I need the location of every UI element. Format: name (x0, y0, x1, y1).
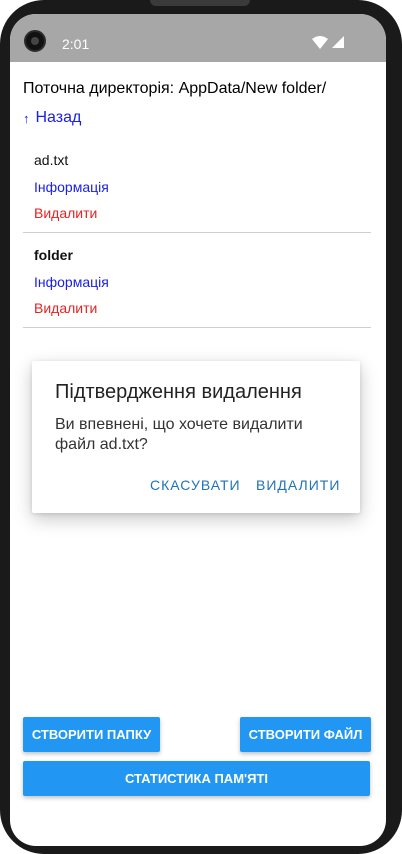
wifi-icon (312, 36, 328, 49)
delete-link[interactable]: Видалити (34, 300, 97, 316)
delete-link[interactable]: Видалити (34, 205, 97, 221)
dialog-message: Ви впевнені, що хочете видалити файл ad.… (55, 416, 303, 453)
back-button[interactable]: ↑ Назад (23, 109, 81, 127)
delete-confirm-dialog: Підтвердження видалення Ви впевнені, що … (32, 361, 360, 513)
back-label: Назад (35, 109, 82, 126)
dialog-title: Підтвердження видалення (55, 381, 302, 403)
list-item: ad.txt Інформація Видалити (23, 148, 371, 248)
status-time: 2:01 (62, 36, 90, 52)
divider (23, 232, 371, 233)
screen: 2:01 Поточна директорія: AppData/New fol… (10, 14, 386, 846)
info-link[interactable]: Інформація (34, 179, 109, 195)
status-bar: 2:01 (10, 14, 386, 62)
status-icons (312, 36, 344, 49)
signal-icon (332, 36, 344, 48)
main-content: Поточна директорія: AppData/New folder/ … (10, 62, 386, 846)
current-directory: Поточна директорія: AppData/New folder/ (23, 80, 327, 97)
arrow-up-icon: ↑ (23, 110, 30, 126)
memory-stats-button[interactable]: СТАТИСТИКА ПАМ'ЯТІ (23, 761, 370, 796)
camera-icon (24, 30, 46, 52)
cancel-button[interactable]: СКАСУВАТИ (150, 477, 241, 493)
phone-frame: 2:01 Поточна директорія: AppData/New fol… (0, 0, 402, 854)
confirm-delete-button[interactable]: ВИДАЛИТИ (256, 477, 340, 493)
item-name: ad.txt (34, 152, 69, 168)
item-name: folder (34, 247, 73, 263)
list-item: folder Інформація Видалити (23, 243, 371, 343)
phone-bezel (150, 0, 250, 6)
create-file-button[interactable]: СТВОРИТИ ФАЙЛ (240, 717, 371, 752)
create-folder-button[interactable]: СТВОРИТИ ПАПКУ (23, 717, 160, 752)
info-link[interactable]: Інформація (34, 274, 109, 290)
divider (23, 327, 371, 328)
